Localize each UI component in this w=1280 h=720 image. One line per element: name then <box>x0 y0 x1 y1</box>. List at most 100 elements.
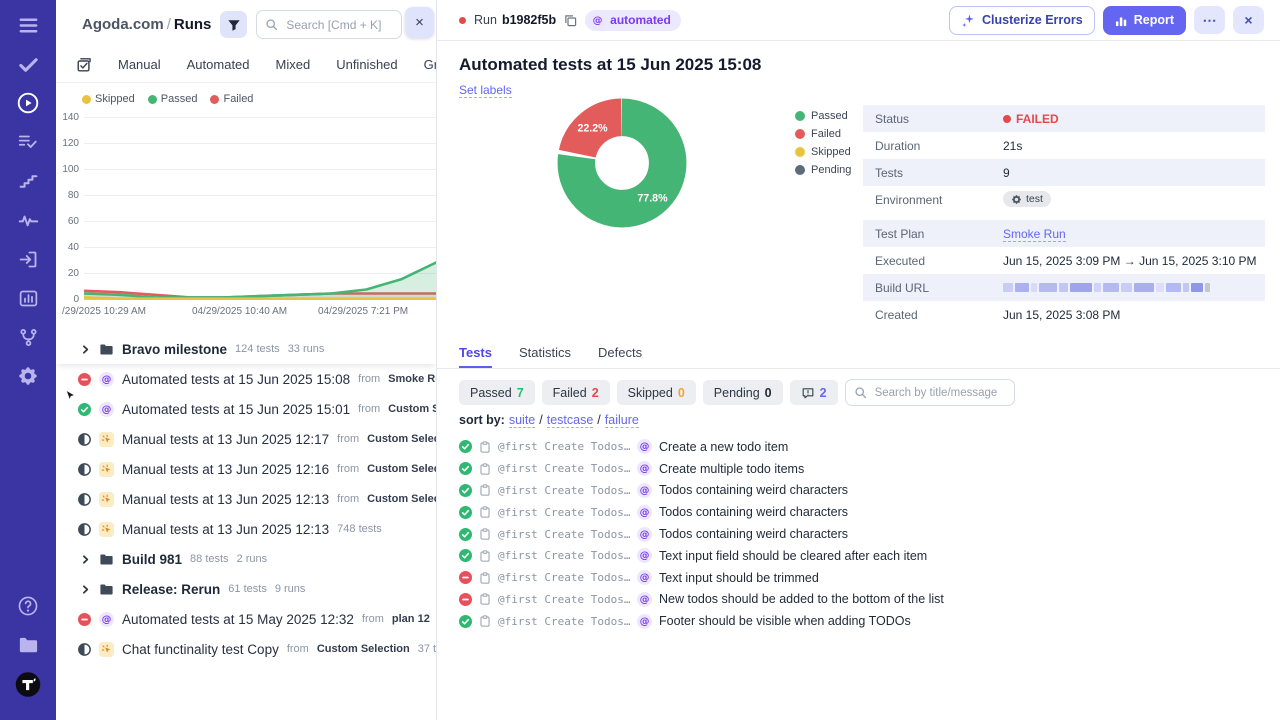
test-row[interactable]: @first Create Todos… @ Text input should b… <box>459 567 1272 589</box>
clusterize-errors-button[interactable]: Clusterize Errors <box>948 5 1095 35</box>
run-folder-row[interactable]: Build 981 88 tests 2 runs <box>56 544 436 574</box>
run-row[interactable]: Manual tests at 13 Jun 2025 12:13 from Cus… <box>56 484 436 514</box>
test-search-input[interactable] <box>872 385 1006 400</box>
select-all-icon[interactable] <box>76 57 92 73</box>
test-plan-link[interactable]: Smoke Run <box>1003 226 1066 242</box>
tab-mixed[interactable]: Mixed <box>276 57 311 72</box>
kind-automated-icon: @ <box>637 482 652 498</box>
test-suite: @first Create Todos… <box>498 571 630 585</box>
sidebar-play-circle-icon[interactable] <box>15 90 41 116</box>
comment-icon <box>801 386 815 400</box>
test-row[interactable]: @first Create Todos… @ Create multiple tod… <box>459 458 1272 480</box>
tab-tests[interactable]: Tests <box>459 345 492 368</box>
sidebar-help-icon[interactable] <box>15 593 41 619</box>
test-suite: @first Create Todos… <box>498 614 630 628</box>
sidebar-menu-icon[interactable] <box>15 12 41 38</box>
sidebar-activity-icon[interactable] <box>15 207 41 233</box>
y-axis-label: 80 <box>67 190 79 201</box>
tab-defects[interactable]: Defects <box>598 345 642 368</box>
runs-search-input[interactable] <box>284 16 393 33</box>
donut-legend-dot <box>795 111 805 121</box>
filter-button[interactable] <box>220 11 248 38</box>
sort-by-suite[interactable]: suite <box>508 413 536 428</box>
test-row[interactable]: @first Create Todos… @ Todos containing we… <box>459 523 1272 545</box>
test-row[interactable]: @first Create Todos… @ Todos containing we… <box>459 480 1272 502</box>
tab-manual[interactable]: Manual <box>118 57 161 72</box>
test-row[interactable]: @first Create Todos… @ New todos should be… <box>459 589 1272 611</box>
sidebar-check-icon[interactable] <box>15 51 41 77</box>
tab-unfinished[interactable]: Unfinished <box>336 57 397 72</box>
filter-pill-passed[interactable]: Passed 7 <box>459 380 535 405</box>
chevron-right-icon[interactable] <box>80 344 91 355</box>
filter-pill-failed[interactable]: Failed 2 <box>541 380 610 405</box>
filter-icon <box>227 18 241 32</box>
status-passed-icon <box>459 462 472 476</box>
sidebar-top-icons <box>15 12 41 402</box>
run-row[interactable]: Manual tests at 13 Jun 2025 12:16 from Cus… <box>56 454 436 484</box>
status-passed-icon <box>459 549 472 563</box>
more-button[interactable]: ⋯ <box>1194 6 1225 34</box>
donut-label-passed: 77.8% <box>637 193 668 205</box>
test-row[interactable]: @first Create Todos… @ Text input field sh… <box>459 545 1272 567</box>
sidebar-list-check-icon[interactable] <box>15 129 41 155</box>
breadcrumb-project[interactable]: Agoda.com <box>82 16 164 33</box>
tab-statistics[interactable]: Statistics <box>519 345 571 368</box>
y-axis-label: 140 <box>62 112 79 123</box>
status-partial-icon <box>78 462 91 476</box>
runs-search[interactable] <box>256 10 402 39</box>
sidebar-bottom-icons <box>15 593 41 710</box>
test-suite: @first Create Todos… <box>498 549 630 563</box>
sort-by-failure[interactable]: failure <box>604 413 639 428</box>
run-folder-row[interactable]: Release: Rerun 61 tests 9 runs <box>56 574 436 604</box>
sidebar-logo-icon[interactable] <box>15 671 41 697</box>
panel-close-button[interactable]: × <box>405 7 434 38</box>
run-folder-row[interactable]: Bravo milestone 124 tests 33 runs <box>56 334 436 364</box>
test-title: Create multiple todo items <box>659 461 805 476</box>
test-suite: @first Create Todos… <box>498 592 630 606</box>
report-button[interactable]: Report <box>1102 5 1186 35</box>
test-search[interactable] <box>844 379 1015 406</box>
sidebar-gear-icon[interactable] <box>15 363 41 389</box>
sort-by-testcase[interactable]: testcase <box>546 413 594 428</box>
breadcrumb-page: Runs <box>173 16 212 33</box>
test-suite: @first Create Todos… <box>498 483 630 497</box>
run-row[interactable]: Manual tests at 13 Jun 2025 12:13 748 tes… <box>56 514 436 544</box>
copy-icon[interactable] <box>564 14 577 27</box>
run-row[interactable]: @ Automated tests at 15 Jun 2025 15:01 fro… <box>56 394 436 424</box>
legend-dot <box>210 94 220 104</box>
run-title: Automated tests at 15 Jun 2025 15:08 <box>459 55 762 74</box>
svg-text:@: @ <box>640 442 650 453</box>
test-list: @first Create Todos… @ Create a new todo i… <box>459 436 1272 632</box>
sidebar-folder-big-icon[interactable] <box>15 632 41 658</box>
chevron-right-icon[interactable] <box>80 554 91 565</box>
donut-legend-item-skipped: Skipped <box>795 146 851 158</box>
run-row[interactable]: @ Automated tests at 15 Jun 2025 15:08 fro… <box>56 364 436 394</box>
set-labels-link[interactable]: Set labels <box>459 83 512 98</box>
tab-automated[interactable]: Automated <box>187 57 250 72</box>
run-list: Bravo milestone 124 tests 33 runs @ Automate… <box>56 334 436 664</box>
test-suite: @first Create Todos… <box>498 527 630 541</box>
filter-pill-skipped[interactable]: Skipped 0 <box>616 380 696 405</box>
filter-pill-comments[interactable]: 2 <box>789 380 838 405</box>
automated-tag[interactable]: @ automated <box>585 9 681 31</box>
x-axis-label: 04/29/2025 10:40 AM <box>192 306 288 317</box>
sidebar-stairs-icon[interactable] <box>15 168 41 194</box>
test-row[interactable]: @first Create Todos… @ Footer should be vi… <box>459 610 1272 632</box>
run-detail-panel: Run b1982f5b @ automated Clusterize Erro… <box>437 0 1280 720</box>
chevron-right-icon[interactable] <box>80 584 91 595</box>
run-row[interactable]: Manual tests at 13 Jun 2025 12:17 from Cus… <box>56 424 436 454</box>
run-row[interactable]: @ Automated tests at 15 May 2025 12:32 fro… <box>56 604 436 634</box>
run-row[interactable]: Chat functinality test Copy from Custom Se… <box>56 634 436 664</box>
detail-close-button[interactable]: × <box>1233 6 1264 34</box>
sidebar-branch-icon[interactable] <box>15 324 41 350</box>
test-title: Text input should be trimmed <box>659 570 819 585</box>
tab-groups[interactable]: Groups <box>424 57 436 72</box>
test-row[interactable]: @first Create Todos… @ Todos containing we… <box>459 501 1272 523</box>
sidebar-sign-in-icon[interactable] <box>15 246 41 272</box>
sidebar-bar-chart-icon[interactable] <box>15 285 41 311</box>
clipboard-icon <box>479 593 491 606</box>
chart-legend: Skipped Passed Failed <box>82 93 436 105</box>
filter-pill-pending[interactable]: Pending 0 <box>702 380 783 405</box>
test-row[interactable]: @first Create Todos… @ Create a new todo i… <box>459 436 1272 458</box>
series-line-skipped <box>84 296 436 300</box>
